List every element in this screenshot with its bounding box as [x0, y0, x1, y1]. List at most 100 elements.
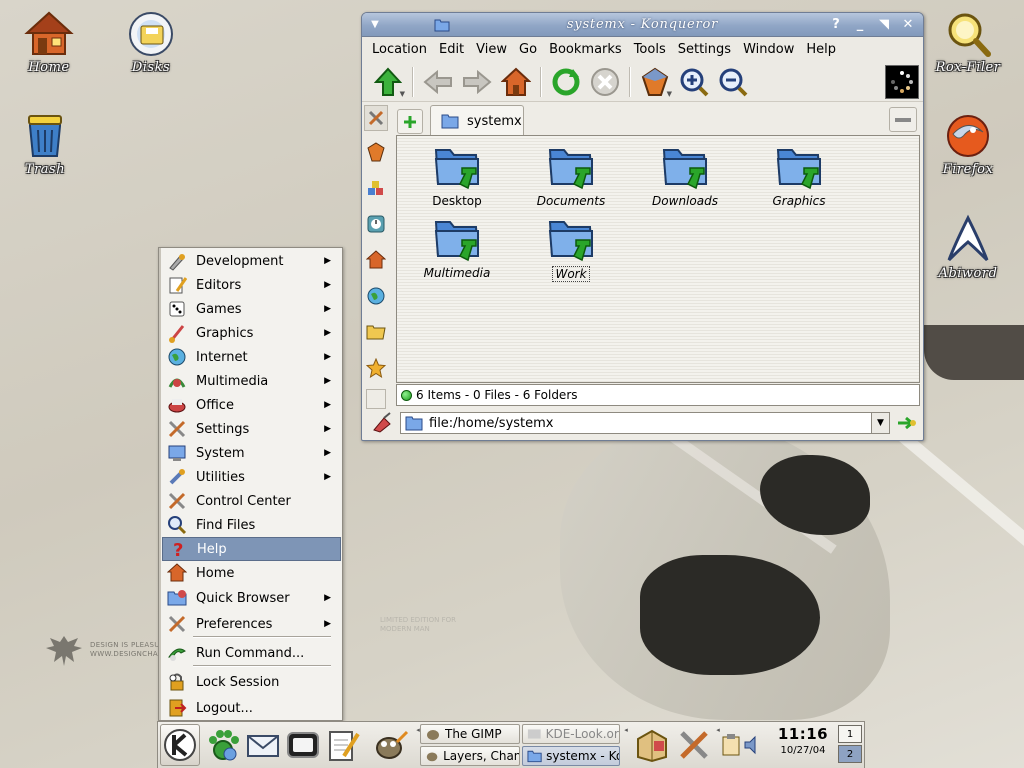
pager-desktop-1[interactable]: 1: [838, 725, 862, 743]
k-menu-item-help[interactable]: ? Help: [162, 537, 341, 561]
folder-item[interactable]: Desktop: [402, 144, 512, 208]
k-menu-item-logout[interactable]: Logout...: [162, 696, 341, 720]
mail-launcher[interactable]: [244, 725, 282, 765]
k-menu-item-settings[interactable]: Settings ▶: [162, 417, 341, 441]
home-button[interactable]: [498, 64, 534, 100]
folder-item[interactable]: Graphics: [744, 144, 854, 208]
reload-button[interactable]: [548, 64, 584, 100]
menu-tools[interactable]: Tools: [628, 42, 672, 57]
help-button[interactable]: ?: [827, 17, 845, 33]
speaker-icon: [744, 735, 756, 755]
menu-edit[interactable]: Edit: [433, 42, 470, 57]
desktop-icon-disks[interactable]: Disks: [111, 10, 191, 75]
k-menu-item-system[interactable]: System ▶: [162, 441, 341, 465]
go-arrow-icon[interactable]: [896, 413, 918, 433]
terminal-launcher[interactable]: [284, 725, 322, 765]
submenu-arrow-icon: ▶: [324, 448, 331, 458]
clock[interactable]: 11:16 10/27/04: [768, 725, 838, 756]
k-menu-item-lock-session[interactable]: Lock Session: [162, 670, 341, 694]
tab-systemx[interactable]: systemx: [430, 105, 524, 136]
klipper-tray[interactable]: [720, 730, 742, 760]
gimp-launcher[interactable]: [204, 725, 242, 765]
window-titlebar[interactable]: ▼ systemx - Konqueror ? _ ◥ ✕: [362, 13, 923, 37]
desktop-icon-rox-filer[interactable]: Rox-Filer: [928, 10, 1008, 75]
navpanel-home-button[interactable]: [364, 245, 388, 275]
task-layers-channels[interactable]: Layers, Chann: [420, 746, 520, 766]
k-menu-item-development[interactable]: Development ▶: [162, 249, 341, 273]
task-systemx-konqueror[interactable]: systemx - Ko: [522, 746, 620, 766]
pager-desktop-2[interactable]: 2: [838, 745, 862, 763]
folder-icon: [548, 221, 594, 262]
file-icon-view[interactable]: Desktop Documents Downloads Graphics Multime…: [396, 135, 920, 383]
k-menu-item-editors[interactable]: Editors ▶: [162, 273, 341, 297]
forward-button[interactable]: [459, 64, 495, 100]
navpanel-empty-button[interactable]: [366, 389, 386, 409]
menu-view[interactable]: View: [470, 42, 513, 57]
navpanel-services-button[interactable]: [364, 173, 388, 203]
configure-navpanel-button[interactable]: [364, 105, 388, 131]
submenu-arrow-icon: ▶: [324, 376, 331, 386]
desktop-icon-firefox[interactable]: Firefox: [928, 112, 1008, 177]
k-menu-item-quick-browser[interactable]: Quick Browser ▶: [162, 586, 341, 610]
view-mode-button[interactable]: ▼: [637, 64, 673, 100]
control-center-launcher[interactable]: [674, 725, 714, 765]
k-menu-item-label: Development: [196, 253, 284, 269]
folder-item[interactable]: Work: [516, 216, 626, 282]
location-input[interactable]: file:/home/systemx ▼: [400, 412, 890, 434]
navpanel-history-button[interactable]: [364, 209, 388, 239]
desktop-icon-home[interactable]: Home: [9, 10, 89, 75]
menu-location[interactable]: Location: [366, 42, 433, 57]
shade-button[interactable]: ◥: [875, 17, 893, 33]
folder-item[interactable]: Multimedia: [402, 216, 512, 280]
k-menu-item-utilities[interactable]: Utilities ▶: [162, 465, 341, 489]
desktop-icon-trash[interactable]: Trash: [5, 112, 85, 177]
home-folder-launcher[interactable]: [632, 725, 672, 765]
panel-handle[interactable]: ◂: [622, 726, 630, 764]
zoom-out-button[interactable]: [715, 64, 751, 100]
k-menu-item-label: Games: [196, 301, 242, 317]
k-menu-item-internet[interactable]: Internet ▶: [162, 345, 341, 369]
k-menu-item-home[interactable]: Home: [162, 561, 341, 585]
k-menu-item-label: Run Command...: [196, 645, 305, 661]
clear-location-icon[interactable]: [370, 412, 394, 434]
task-kde-look[interactable]: KDE-Look.org: [522, 724, 620, 744]
k-menu-item-preferences[interactable]: Preferences ▶: [162, 612, 341, 636]
reload-icon: [552, 68, 580, 95]
location-value: file:/home/systemx: [429, 415, 554, 431]
k-menu-item-run-command[interactable]: Run Command...: [162, 641, 341, 665]
k-menu-item-control-center[interactable]: Control Center: [162, 489, 341, 513]
location-dropdown-button[interactable]: ▼: [871, 413, 889, 433]
zoom-in-button[interactable]: [676, 64, 712, 100]
up-button[interactable]: ▼: [370, 64, 406, 100]
k-menu-item-find-files[interactable]: Find Files: [162, 513, 341, 537]
folder-item[interactable]: Documents: [516, 144, 626, 208]
bookmarks-folder-icon: [366, 325, 386, 340]
volume-tray[interactable]: [742, 730, 764, 760]
desktop-icon-abiword[interactable]: Abiword: [928, 214, 1008, 281]
menu-bookmarks[interactable]: Bookmarks: [543, 42, 628, 57]
navpanel-network-button[interactable]: [364, 281, 388, 311]
new-tab-button[interactable]: [397, 109, 423, 134]
submenu-arrow-icon: ▶: [324, 304, 331, 314]
menu-window[interactable]: Window: [737, 42, 800, 57]
k-menu-item-games[interactable]: Games ▶: [162, 297, 341, 321]
task-the-gimp[interactable]: The GIMP: [420, 724, 520, 744]
editor-launcher[interactable]: [324, 725, 362, 765]
menu-go[interactable]: Go: [513, 42, 543, 57]
menu-help[interactable]: Help: [800, 42, 842, 57]
folder-item[interactable]: Downloads: [630, 144, 740, 208]
stop-button[interactable]: [587, 64, 623, 100]
minimize-button[interactable]: _: [851, 17, 869, 33]
gimp-wilber-launcher[interactable]: [364, 725, 414, 765]
back-button[interactable]: [420, 64, 456, 100]
navpanel-favorites-button[interactable]: [364, 353, 388, 383]
close-tab-button[interactable]: [889, 107, 917, 132]
k-menu-button[interactable]: [160, 724, 200, 766]
k-menu-item-office[interactable]: Office ▶: [162, 393, 341, 417]
menu-settings[interactable]: Settings: [672, 42, 737, 57]
close-button[interactable]: ✕: [899, 17, 917, 33]
navpanel-root-button[interactable]: [364, 137, 388, 167]
k-menu-item-graphics[interactable]: Graphics ▶: [162, 321, 341, 345]
navpanel-bookmarks-button[interactable]: [364, 317, 388, 347]
k-menu-item-multimedia[interactable]: Multimedia ▶: [162, 369, 341, 393]
